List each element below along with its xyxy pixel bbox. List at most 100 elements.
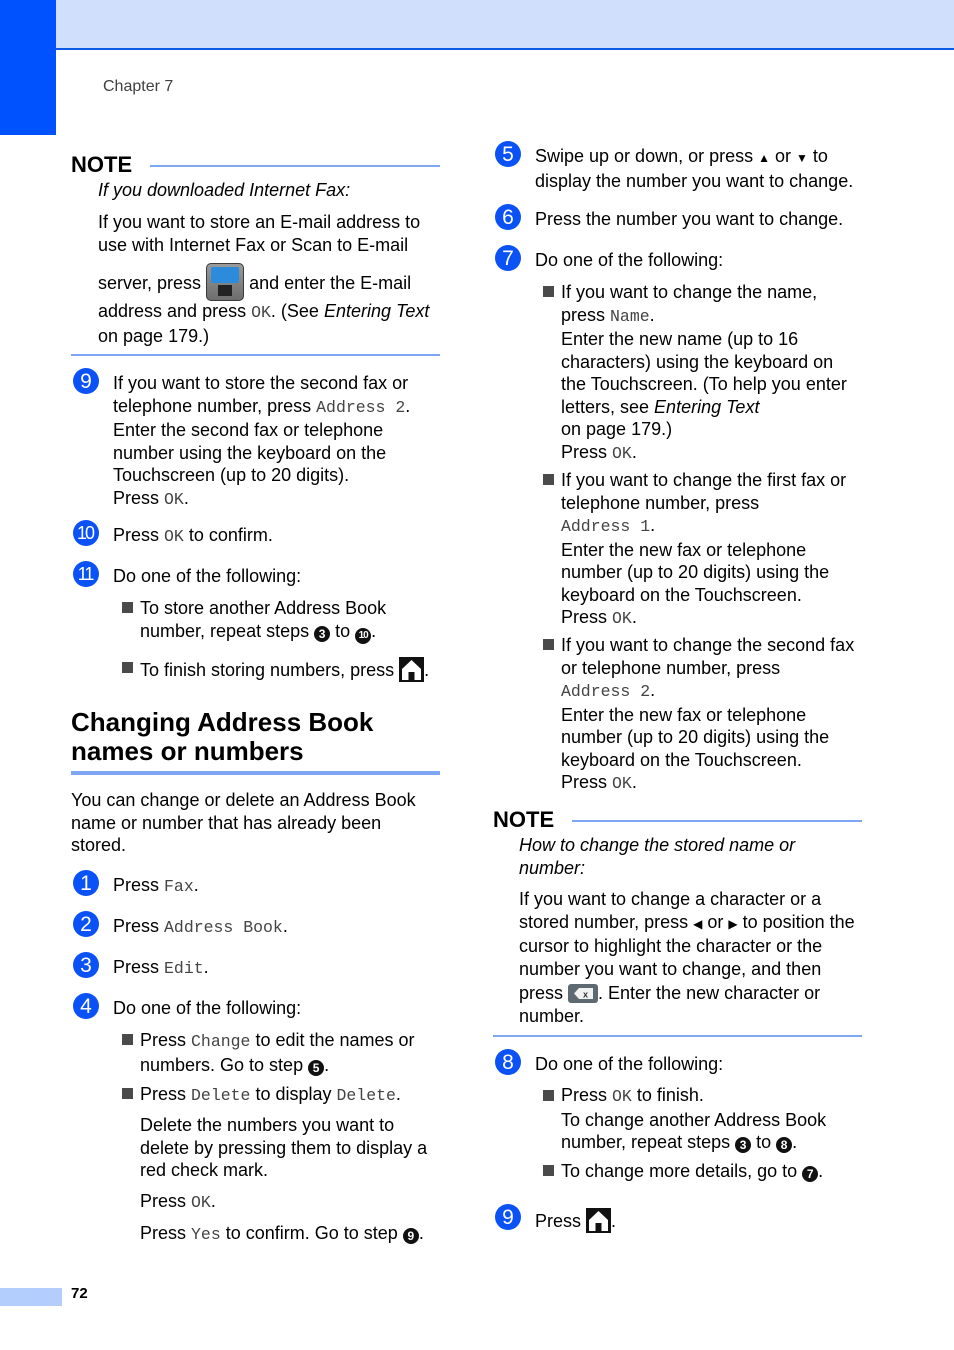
- ok-code: OK: [612, 609, 632, 628]
- text-line: If you want to change a character or a: [519, 889, 822, 909]
- header-rule: [56, 48, 954, 50]
- text-line: number, repeat steps 3 to 10.: [140, 620, 440, 644]
- text-line: keyboard on the Touchscreen.: [561, 749, 802, 770]
- text: Press: [561, 1085, 613, 1105]
- address-2-code: Address 2: [316, 397, 406, 417]
- text: Press: [561, 607, 613, 627]
- note-rule: [572, 820, 862, 822]
- ok-code: OK: [191, 1193, 211, 1212]
- bullet: [543, 639, 554, 650]
- step-ref: 3: [314, 625, 331, 642]
- text-line: address and press OK. (See Entering Text: [98, 300, 448, 325]
- text-line: Press Change to edit the names or: [140, 1029, 450, 1054]
- text-line: delete by pressing them to display a: [140, 1137, 428, 1158]
- ok-code: OK: [164, 489, 184, 509]
- step-6-text: Press the number you want to change.: [535, 209, 844, 229]
- text: to position the: [737, 911, 855, 932]
- text: numbers. Go to step: [140, 1054, 309, 1075]
- text-line: stored number, press ◀ or ▶ to position …: [519, 911, 869, 936]
- text-line: on page 179.): [561, 419, 673, 439]
- text-line: server, press and enter the E-mail: [98, 263, 448, 301]
- step-number: 9: [73, 368, 99, 394]
- text-line: Enter the new fax or telephone: [561, 539, 807, 560]
- text-line: telephone number, press Address 2.: [113, 395, 411, 417]
- text-line: Press OK.: [561, 772, 637, 793]
- step-11-text: Do one of the following:: [113, 566, 302, 586]
- step-number: 3: [73, 952, 99, 978]
- text-line: You can change or delete an Address Book: [71, 790, 416, 810]
- fax-email-icon: [206, 263, 245, 301]
- text: Press: [561, 772, 613, 792]
- note-paragraph: If you want to change a character or a s…: [519, 888, 869, 1027]
- text: and enter the E-mail: [249, 273, 412, 293]
- text: or: [702, 911, 729, 932]
- entering-text-link[interactable]: Entering Text: [654, 397, 759, 417]
- ok-code: OK: [612, 443, 632, 463]
- address-1-code: Address 1: [561, 517, 651, 536]
- note-subtitle: If you downloaded Internet Fax:: [98, 180, 351, 200]
- section-intro: You can change or delete an Address Book…: [71, 789, 451, 857]
- text-line: Address 2.: [561, 680, 656, 701]
- text: . Enter the new character or: [598, 983, 821, 1003]
- text: to edit the names or: [250, 1030, 415, 1050]
- text-line: telephone number, press: [561, 492, 760, 513]
- text-line: number you want to change, and then: [519, 958, 822, 979]
- step-number: 1: [73, 870, 99, 896]
- text-line: stored.: [71, 835, 127, 855]
- text: To change more details, go to: [561, 1161, 803, 1181]
- step-4-text: Do one of the following:: [113, 998, 302, 1018]
- step-ref: 10: [355, 627, 372, 644]
- step-8-text: Do one of the following:: [535, 1054, 724, 1074]
- step-ref: 5: [308, 1059, 325, 1076]
- note-subtitle: How to change the stored name or number:: [519, 834, 859, 879]
- text-line: Enter the new fax or telephone: [561, 704, 807, 725]
- text: to finish.: [631, 1085, 704, 1105]
- note-title: NOTE: [493, 807, 555, 832]
- text: Press: [113, 957, 165, 977]
- text-line: number, repeat steps 3 to 8.: [561, 1132, 798, 1153]
- bullet: [122, 1088, 133, 1099]
- text-line: cursor to highlight the character or the: [519, 936, 823, 956]
- text-line: red check mark.: [140, 1160, 269, 1180]
- text: Swipe up or down, or press: [535, 146, 759, 166]
- step-3-text: Press Edit.: [113, 957, 209, 978]
- text-line: number:: [519, 857, 586, 878]
- bullet: [543, 1165, 554, 1176]
- text: Press: [140, 1191, 192, 1211]
- left-arrow-icon: ◀: [693, 916, 703, 931]
- text-line: Enter the new name (up to 16: [561, 329, 799, 349]
- up-arrow-icon: ▲: [758, 151, 771, 165]
- text: to: [330, 620, 356, 641]
- press-yes-text: Press Yes to confirm. Go to step 9.: [140, 1223, 424, 1244]
- step-number: 8: [495, 1049, 521, 1075]
- press-ok-text: Press OK.: [140, 1191, 216, 1212]
- text-line: number (up to 20 digits) using the: [561, 562, 830, 582]
- heading-line: names or numbers: [71, 736, 304, 766]
- chapter-tab: [0, 0, 56, 135]
- step-9-text: If you want to store the second fax or t…: [113, 372, 453, 511]
- text-line: Press OK.: [113, 487, 189, 509]
- text: Press: [561, 441, 613, 462]
- step-10-text: Press OK to confirm.: [113, 524, 273, 549]
- heading-line: Changing Address Book: [71, 707, 374, 737]
- text-line: If you want to change the name,: [561, 282, 818, 302]
- text-line: Delete the numbers you want to: [140, 1115, 395, 1135]
- delete-code: Delete: [336, 1086, 396, 1105]
- text-line: use with Internet Fax or Scan to E-mail: [98, 234, 409, 255]
- step-7-text: Do one of the following:: [535, 250, 724, 270]
- home-icon: [586, 1208, 612, 1233]
- ok-code: OK: [164, 527, 184, 546]
- bullet-text: To finish storing numbers, press .: [140, 657, 429, 682]
- text-line: Press OK.: [561, 607, 637, 628]
- step-ref: 7: [802, 1166, 819, 1182]
- backspace-icon: x: [568, 984, 599, 1003]
- note-rule: [150, 165, 440, 167]
- ok-code: OK: [251, 303, 271, 322]
- text-line: If you want to store an E-mail address t…: [98, 212, 421, 232]
- text: . (See: [270, 301, 324, 321]
- text-line: Press OK.: [561, 441, 637, 463]
- step-number: 7: [495, 245, 521, 271]
- entering-text-link[interactable]: Entering Text: [324, 301, 429, 321]
- text: Press: [140, 1084, 192, 1104]
- fax-code: Fax: [164, 877, 194, 896]
